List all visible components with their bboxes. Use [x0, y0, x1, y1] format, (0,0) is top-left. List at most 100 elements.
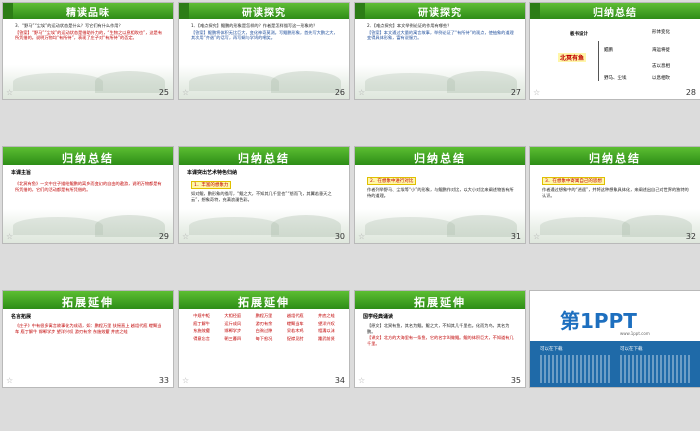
slide-tag: 本课突出艺术特色归纳: [187, 170, 238, 176]
slide-thumbnail-34[interactable]: 拓展延伸 中规中矩 大相径庭 鹏程万里 越俎代庖 井底之蛙 庖丁解牛 运斤成风 …: [179, 291, 349, 387]
slide-highlight: 1．丰富的想象力: [191, 181, 232, 189]
idiom: 每下愈况: [255, 335, 273, 341]
brand-box-1: 可以在下载: [540, 347, 563, 352]
slide-thumbnail-31[interactable]: 归纳总结 2．在想象中进行对比 作者列举野马、尘埃等“小”的形象，与鲲鹏作对比，…: [355, 147, 525, 243]
slide-tag: 名言拓展: [11, 314, 32, 320]
star-icon: ☆: [533, 232, 541, 241]
brand-url: www.1ppt.com: [620, 331, 650, 336]
star-icon: ☆: [6, 88, 14, 97]
slide-thumbnail-33[interactable]: 拓展延伸 名言拓展 《庄子》中有很多寓言故事化为成语，如：鹏程万里 扶摇直上 越…: [3, 291, 173, 387]
slide-thumbnail-29[interactable]: 归纳总结 本课主旨 《北冥有鱼》一文中庄子描绘鲲鹏的离乡而变幻的自由的遨游，说明…: [3, 147, 173, 243]
slide-header: 归纳总结: [179, 147, 349, 165]
mindmap-center: 北冥有鱼: [558, 53, 587, 62]
slide-number: 31: [510, 232, 521, 241]
slide-number: 33: [158, 376, 169, 385]
slide-header: 拓展延伸: [179, 291, 349, 309]
mindmap-node-kunpeng: 鲲鹏: [604, 48, 613, 53]
slide-sorter-grid: 精读品味 3．“野马”“尘埃”的运动状态是什么？写它们有什么作用？ 【答案】“野…: [0, 0, 700, 431]
slide-title: 研读探究: [418, 8, 462, 19]
idiom: 望洋兴叹: [318, 320, 335, 326]
slide-header: 归纳总结: [355, 147, 525, 165]
idiom: 游刃有余: [255, 320, 273, 326]
slide-thumbnail-brand[interactable]: 第1PPT www.1ppt.com 可以在下载 可以在下载: [530, 291, 700, 387]
slide-thumbnail-32[interactable]: 归纳总结 3．在想象中寄寓自己的思想 作者通过想象中的“逍遥”，并将这种想象具体…: [530, 147, 700, 243]
slide-thumbnail-28[interactable]: 归纳总结 板书设计 北冥有鱼 鲲鹏 野马、尘埃 形体变化 海运将徙 志以息相 以…: [530, 3, 700, 99]
idiom: 得意忘言: [193, 335, 210, 341]
star-icon: ☆: [182, 232, 190, 241]
slide-number: 25: [158, 88, 169, 97]
slide-title: 归纳总结: [414, 152, 466, 165]
slide-text: 【译文】北方的大海里有一条鱼，它的名字叫做鲲。鲲的体积巨大，不知道有几千里。: [367, 335, 514, 346]
star-icon: ☆: [533, 88, 541, 97]
idiom-grid: 中规中矩 大相径庭 鹏程万里 越俎代庖 井底之蛙 庖丁解牛 运斤成风 游刃有余 …: [187, 313, 341, 341]
slide-thumbnail-27[interactable]: 研读探究 2．【难点探究】本文举例论证的作用有哪些？ 【答案】本文通过大量的寓言…: [355, 3, 525, 99]
slide-number: 30: [334, 232, 345, 241]
brand-box-2: 可以在下载: [620, 347, 643, 352]
slide-title: 归纳总结: [593, 8, 637, 19]
idiom: 中规中矩: [193, 313, 210, 318]
slide-number: 27: [510, 88, 521, 97]
idiom: 东施效颦: [193, 328, 210, 333]
star-icon: ☆: [358, 232, 366, 241]
slide-highlight: 3．在想象中寄寓自己的思想: [542, 177, 605, 185]
slide-title: 归纳总结: [238, 152, 290, 165]
star-icon: ☆: [6, 376, 14, 385]
slide-title: 拓展延伸: [238, 296, 290, 309]
slide-title: 拓展延伸: [62, 296, 114, 309]
slide-title: 归纳总结: [62, 152, 114, 165]
slide-question: 2．【难点探究】本文举例论证的作用有哪些？: [367, 23, 452, 28]
idiom: 越俎代庖: [286, 313, 304, 318]
slide-title: 拓展延伸: [414, 296, 466, 309]
slide-number: 28: [685, 88, 696, 97]
brand-logo: 第1PPT: [560, 309, 637, 333]
idiom: 踵武前贤: [318, 335, 335, 341]
slide-header: 研读探究: [355, 3, 525, 19]
mindmap-leaf: 以息相吹: [652, 76, 670, 81]
slide-text: 《北冥有鱼》一文中庄子描绘鲲鹏的离乡而变幻的自由的遨游，说明万物都是有所凭借的，…: [15, 181, 162, 192]
mindmap-node-yema: 野马、尘埃: [604, 76, 627, 81]
slide-question: 1．【难点探究】鲲鹏的形象是怎样的？作者是怎样描写这一形象的？: [191, 23, 318, 28]
mindmap-leaf: 志以息相: [652, 64, 670, 69]
mindmap-leaf: 海运将徙: [652, 48, 670, 53]
slide-number: 29: [158, 232, 169, 241]
idiom: 运斤成风: [224, 320, 242, 326]
idiom: 呆若木鸡: [286, 328, 304, 333]
slide-title: 研读探究: [242, 8, 286, 19]
idiom: 捉襟见肘: [286, 335, 304, 341]
idiom: 鹏程万里: [255, 313, 273, 318]
mindmap-leaf: 形体变化: [652, 30, 670, 35]
slide-tag: 国学经典诵读: [363, 314, 394, 320]
slide-thumbnail-26[interactable]: 研读探究 1．【难点探究】鲲鹏的形象是怎样的？作者是怎样描写这一形象的？ 【答案…: [179, 3, 349, 99]
mindmap-label: 板书设计: [570, 32, 588, 37]
idiom: 邯郸学步: [224, 328, 242, 333]
slide-title: 精读品味: [66, 8, 110, 19]
slide-header: 拓展延伸: [3, 291, 173, 309]
slide-tag: 本课主旨: [11, 170, 32, 176]
slide-number: 35: [510, 376, 521, 385]
slide-thumbnail-35[interactable]: 拓展延伸 国学经典诵读 【原文】北冥有鱼，其名为鲲。鲲之大，不知其几千里也。化而…: [355, 291, 525, 387]
slide-number: 26: [334, 88, 345, 97]
idiom: 白驹过隙: [255, 328, 273, 333]
slide-thumbnail-25[interactable]: 精读品味 3．“野马”“尘埃”的运动状态是什么？写它们有什么作用？ 【答案】“野…: [3, 3, 173, 99]
slide-header: 研读探究: [179, 3, 349, 19]
slide-header: 归纳总结: [530, 3, 700, 19]
star-icon: ☆: [182, 88, 190, 97]
slide-text: 作者列举野马、尘埃等“小”的形象，与鲲鹏作对比，以大小对比来阐述物皆有所待的道理…: [367, 187, 514, 198]
slide-text: 作者通过想象中的“逍遥”，并将这种想象具体化，来阐述出自己对世界的独特的认识。: [542, 187, 689, 198]
idiom: 庖丁解牛: [193, 320, 210, 326]
idiom: 朝三暮四: [224, 335, 242, 341]
slide-title: 归纳总结: [589, 152, 641, 165]
slide-answer: 【答案】“野马”“尘埃”的运动状态是借助外力的，“生物之以息相吹也”，这是有所凭…: [15, 29, 163, 41]
slide-thumbnail-30[interactable]: 归纳总结 本课突出艺术特色归纳 1．丰富的想象力 如对鲲，鹏形象的描写，“鲲之大…: [179, 147, 349, 243]
idiom: 井底之蛙: [318, 313, 335, 318]
slide-header: 归纳总结: [3, 147, 173, 165]
slide-number: 32: [685, 232, 696, 241]
slide-text: 【原文】北冥有鱼，其名为鲲。鲲之大，不知其几千里也。化而为鸟，其名为鹏。: [367, 323, 510, 334]
slide-text: 《庄子》中有很多寓言故事化为成语，如：鹏程万里 扶摇直上 越俎代庖 螳臂当车 庖…: [15, 323, 162, 334]
star-icon: ☆: [358, 376, 366, 385]
slide-question: 3．“野马”“尘埃”的运动状态是什么？写它们有什么作用？: [15, 23, 123, 28]
slide-number: 34: [334, 376, 345, 385]
slide-text: 如对鲲，鹏形象的描写，“鲲之大，不知其几千里也”“怒而飞，其翼若垂天之云”，想象…: [191, 191, 332, 202]
slide-answer: 【答案】鲲鹏将体积无比巨大，变化神奇莫测。写鲲鹏形象，首先写大鹏之大，其次用“齐…: [191, 29, 338, 41]
slide-header: 归纳总结: [530, 147, 700, 165]
